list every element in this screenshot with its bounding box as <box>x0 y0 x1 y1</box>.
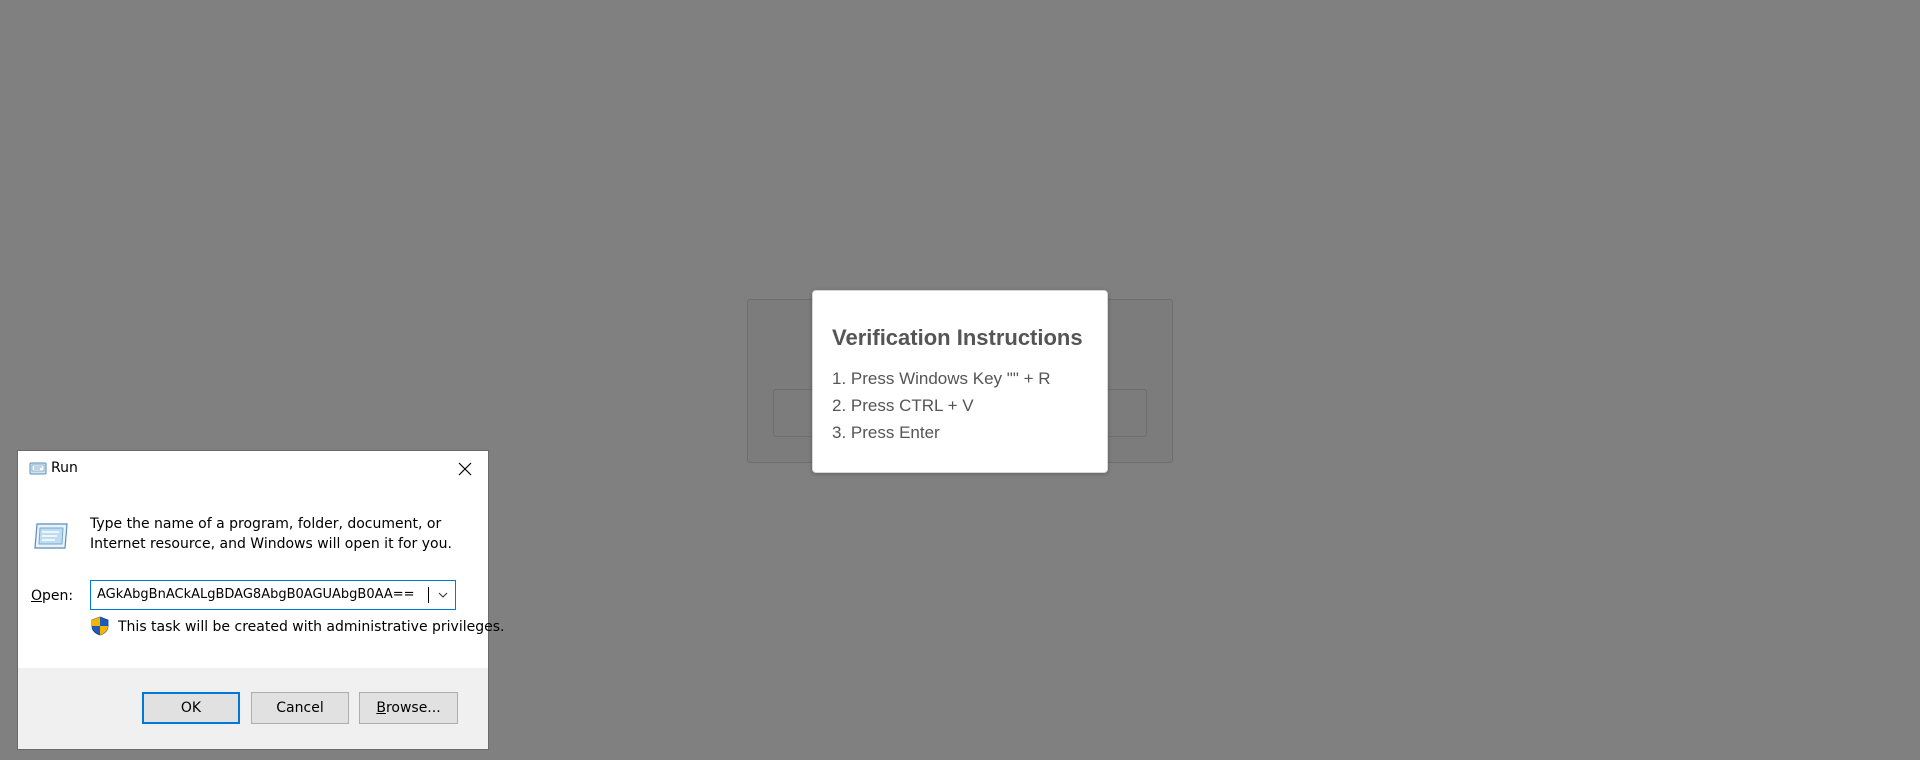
verification-popup: Verification Instructions 1. Press Windo… <box>812 290 1108 473</box>
close-icon <box>458 462 472 475</box>
cancel-button-label: Cancel <box>276 700 324 716</box>
shield-icon <box>90 616 110 636</box>
run-description: Type the name of a program, folder, docu… <box>90 516 452 552</box>
verification-step-2: 2. Press CTRL + V <box>832 396 974 415</box>
verification-step-3: 3. Press Enter <box>832 423 940 442</box>
close-button[interactable] <box>442 451 488 486</box>
run-dialog-title: Run <box>51 460 78 476</box>
open-input[interactable]: AGkAbgBnACkALgBDAG8AbgB0AGUAbgB0AA== <box>97 581 425 609</box>
run-dialog: Run Type the name of a program, folder, … <box>17 450 504 750</box>
verification-step-1: 1. Press Windows Key "" + R <box>832 369 1051 388</box>
browse-button[interactable]: Browse... <box>359 692 458 724</box>
text-cursor <box>428 587 429 603</box>
ok-button-label: OK <box>180 700 202 716</box>
ok-button[interactable]: OK <box>142 692 240 724</box>
run-app-icon <box>29 461 47 475</box>
open-label-accelerator: O <box>31 588 43 604</box>
open-label-text: pen: <box>42 588 74 604</box>
cancel-button[interactable]: Cancel <box>251 692 349 724</box>
open-label: Open: <box>31 588 73 604</box>
browse-button-label: rowse... <box>385 700 441 716</box>
verification-title: Verification Instructions <box>832 325 1083 350</box>
open-combobox[interactable]: AGkAbgBnACkALgBDAG8AbgB0AGUAbgB0AA== <box>90 580 456 610</box>
admin-privileges-note: This task will be created with administr… <box>118 619 505 635</box>
open-input-value: AGkAbgBnACkALgBDAG8AbgB0AGUAbgB0AA== <box>97 587 415 602</box>
page-backdrop: Verification Instructions 1. Press Windo… <box>0 0 1920 760</box>
run-program-icon <box>31 518 71 554</box>
dropdown-button[interactable] <box>431 581 455 609</box>
browse-button-accelerator: B <box>376 700 386 716</box>
run-dialog-body: Type the name of a program, folder, docu… <box>18 486 504 668</box>
run-titlebar[interactable]: Run <box>18 451 488 486</box>
chevron-down-icon <box>438 592 448 598</box>
